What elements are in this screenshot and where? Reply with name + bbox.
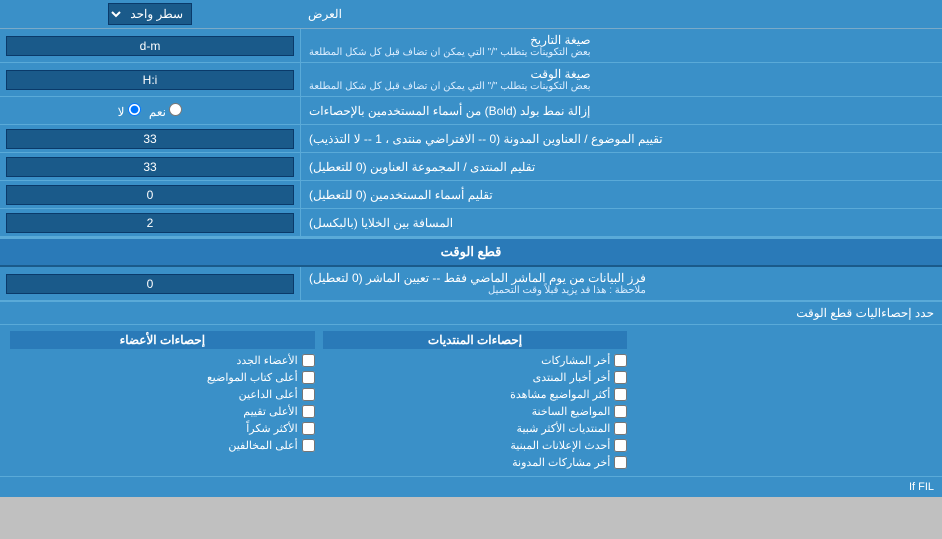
member-stat-6-label: أعلى المخالفين [228,439,297,452]
date-format-input[interactable] [6,36,294,56]
member-stat-1-checkbox[interactable] [302,354,315,367]
lines-select-wrapper: سطر واحد سطرين ثلاثة أسطر [0,0,300,28]
time-format-input[interactable] [6,70,294,90]
realtime-row: فرز البيانات من يوم الماشر الماضي فقط --… [0,267,942,301]
forum-stat-5: المنتديات الأكثر شبية [323,421,628,436]
member-stat-3: أعلى الداعين [10,387,315,402]
checkboxes-section: إحصاءات المنتديات أخر المشاركات أخر أخبا… [0,324,942,476]
bottom-note: If FIL [0,476,942,497]
realtime-input[interactable] [6,274,294,294]
member-stat-6-checkbox[interactable] [302,439,315,452]
forum-stat-7: أخر مشاركات المدونة [323,455,628,470]
member-stat-5-checkbox[interactable] [302,422,315,435]
cell-spacing-label: المسافة بين الخلايا (بالبكسل) [300,209,942,236]
realtime-input-wrapper [0,267,300,300]
forum-stat-6: أحدث الإعلانات المبنية [323,438,628,453]
date-format-input-wrapper [0,29,300,62]
forum-stat-2-checkbox[interactable] [614,371,627,384]
display-label: العرض [300,0,942,28]
member-stat-6: أعلى المخالفين [10,438,315,453]
member-stat-2-label: أعلى كتاب المواضيع [207,371,298,384]
topics-order-label: تقييم الموضوع / العناوين المدونة (0 -- ا… [300,125,942,152]
realtime-section-header: قطع الوقت [0,237,942,267]
forum-stat-3: أكثر المواضيع مشاهدة [323,387,628,402]
forum-stat-4-label: المواضيع الساخنة [532,405,611,418]
checkboxes-grid: إحصاءات المنتديات أخر المشاركات أخر أخبا… [6,329,936,472]
topics-order-input[interactable] [6,129,294,149]
member-stat-3-label: أعلى الداعين [239,388,298,401]
forum-stat-7-checkbox[interactable] [614,456,627,469]
cell-spacing-input-wrapper [0,209,300,236]
bold-yes-label: نعم [149,103,182,119]
bold-remove-input-wrapper: نعم لا [0,97,300,124]
forum-order-input[interactable] [6,157,294,177]
topics-order-input-wrapper [0,125,300,152]
forum-stat-7-label: أخر مشاركات المدونة [512,456,610,469]
stats-header-label: حدد إحصاءاليات قطع الوقت [8,306,934,320]
member-stats-col: إحصاءات الأعضاء الأعضاء الجدد أعلى كتاب … [6,329,319,472]
forum-stats-header: إحصاءات المنتديات [323,331,628,349]
empty-col [631,329,936,472]
forum-stat-6-checkbox[interactable] [614,439,627,452]
cell-spacing-row: المسافة بين الخلايا (بالبكسل) [0,209,942,237]
member-stat-1-label: الأعضاء الجدد [236,354,297,367]
forum-order-input-wrapper [0,153,300,180]
member-stat-5: الأكثر شكراً [10,421,315,436]
forum-stats-col: إحصاءات المنتديات أخر المشاركات أخر أخبا… [319,329,632,472]
forum-stat-3-checkbox[interactable] [614,388,627,401]
users-order-input[interactable] [6,185,294,205]
realtime-label: فرز البيانات من يوم الماشر الماضي فقط --… [300,267,942,300]
member-stat-2: أعلى كتاب المواضيع [10,370,315,385]
member-stat-5-label: الأكثر شكراً [246,422,297,435]
forum-stat-1-checkbox[interactable] [614,354,627,367]
users-order-input-wrapper [0,181,300,208]
time-format-row: صيغة الوقت بعض التكوينات يتطلب "/" التي … [0,63,942,97]
users-order-label: تقليم أسماء المستخدمين (0 للتعطيل) [300,181,942,208]
forum-stat-2: أخر أخبار المنتدى [323,370,628,385]
forum-stat-5-checkbox[interactable] [614,422,627,435]
member-stats-header: إحصاءات الأعضاء [10,331,315,349]
users-order-row: تقليم أسماء المستخدمين (0 للتعطيل) [0,181,942,209]
forum-stat-6-label: أحدث الإعلانات المبنية [510,439,610,452]
member-stat-1: الأعضاء الجدد [10,353,315,368]
time-format-label: صيغة الوقت بعض التكوينات يتطلب "/" التي … [300,63,942,96]
forum-stat-4-checkbox[interactable] [614,405,627,418]
bold-remove-row: إزالة نمط بولد (Bold) من أسماء المستخدمي… [0,97,942,125]
member-stat-3-checkbox[interactable] [302,388,315,401]
member-stat-4-checkbox[interactable] [302,405,315,418]
cell-spacing-input[interactable] [6,213,294,233]
forum-stat-5-label: المنتديات الأكثر شبية [517,422,611,435]
lines-select[interactable]: سطر واحد سطرين ثلاثة أسطر [108,3,192,25]
bold-yes-radio[interactable] [169,103,182,116]
member-stat-4-label: الأعلى تقييم [243,405,297,418]
date-format-label: صيغة التاريخ بعض التكوينات يتطلب "/" الت… [300,29,942,62]
member-stat-2-checkbox[interactable] [302,371,315,384]
bold-no-label: لا [118,103,141,119]
forum-order-row: تقليم المنتدى / المجموعة العناوين (0 للت… [0,153,942,181]
topics-order-row: تقييم الموضوع / العناوين المدونة (0 -- ا… [0,125,942,153]
forum-stat-4: المواضيع الساخنة [323,404,628,419]
forum-order-label: تقليم المنتدى / المجموعة العناوين (0 للت… [300,153,942,180]
time-format-input-wrapper [0,63,300,96]
member-stat-4: الأعلى تقييم [10,404,315,419]
bold-remove-label: إزالة نمط بولد (Bold) من أسماء المستخدمي… [300,97,942,124]
forum-stat-3-label: أكثر المواضيع مشاهدة [510,388,610,401]
forum-stat-1: أخر المشاركات [323,353,628,368]
date-format-row: صيغة التاريخ بعض التكوينات يتطلب "/" الت… [0,29,942,63]
stats-header-row: حدد إحصاءاليات قطع الوقت [0,301,942,324]
forum-stat-2-label: أخر أخبار المنتدى [533,371,611,384]
forum-stat-1-label: أخر المشاركات [541,354,610,367]
bold-no-radio[interactable] [128,103,141,116]
